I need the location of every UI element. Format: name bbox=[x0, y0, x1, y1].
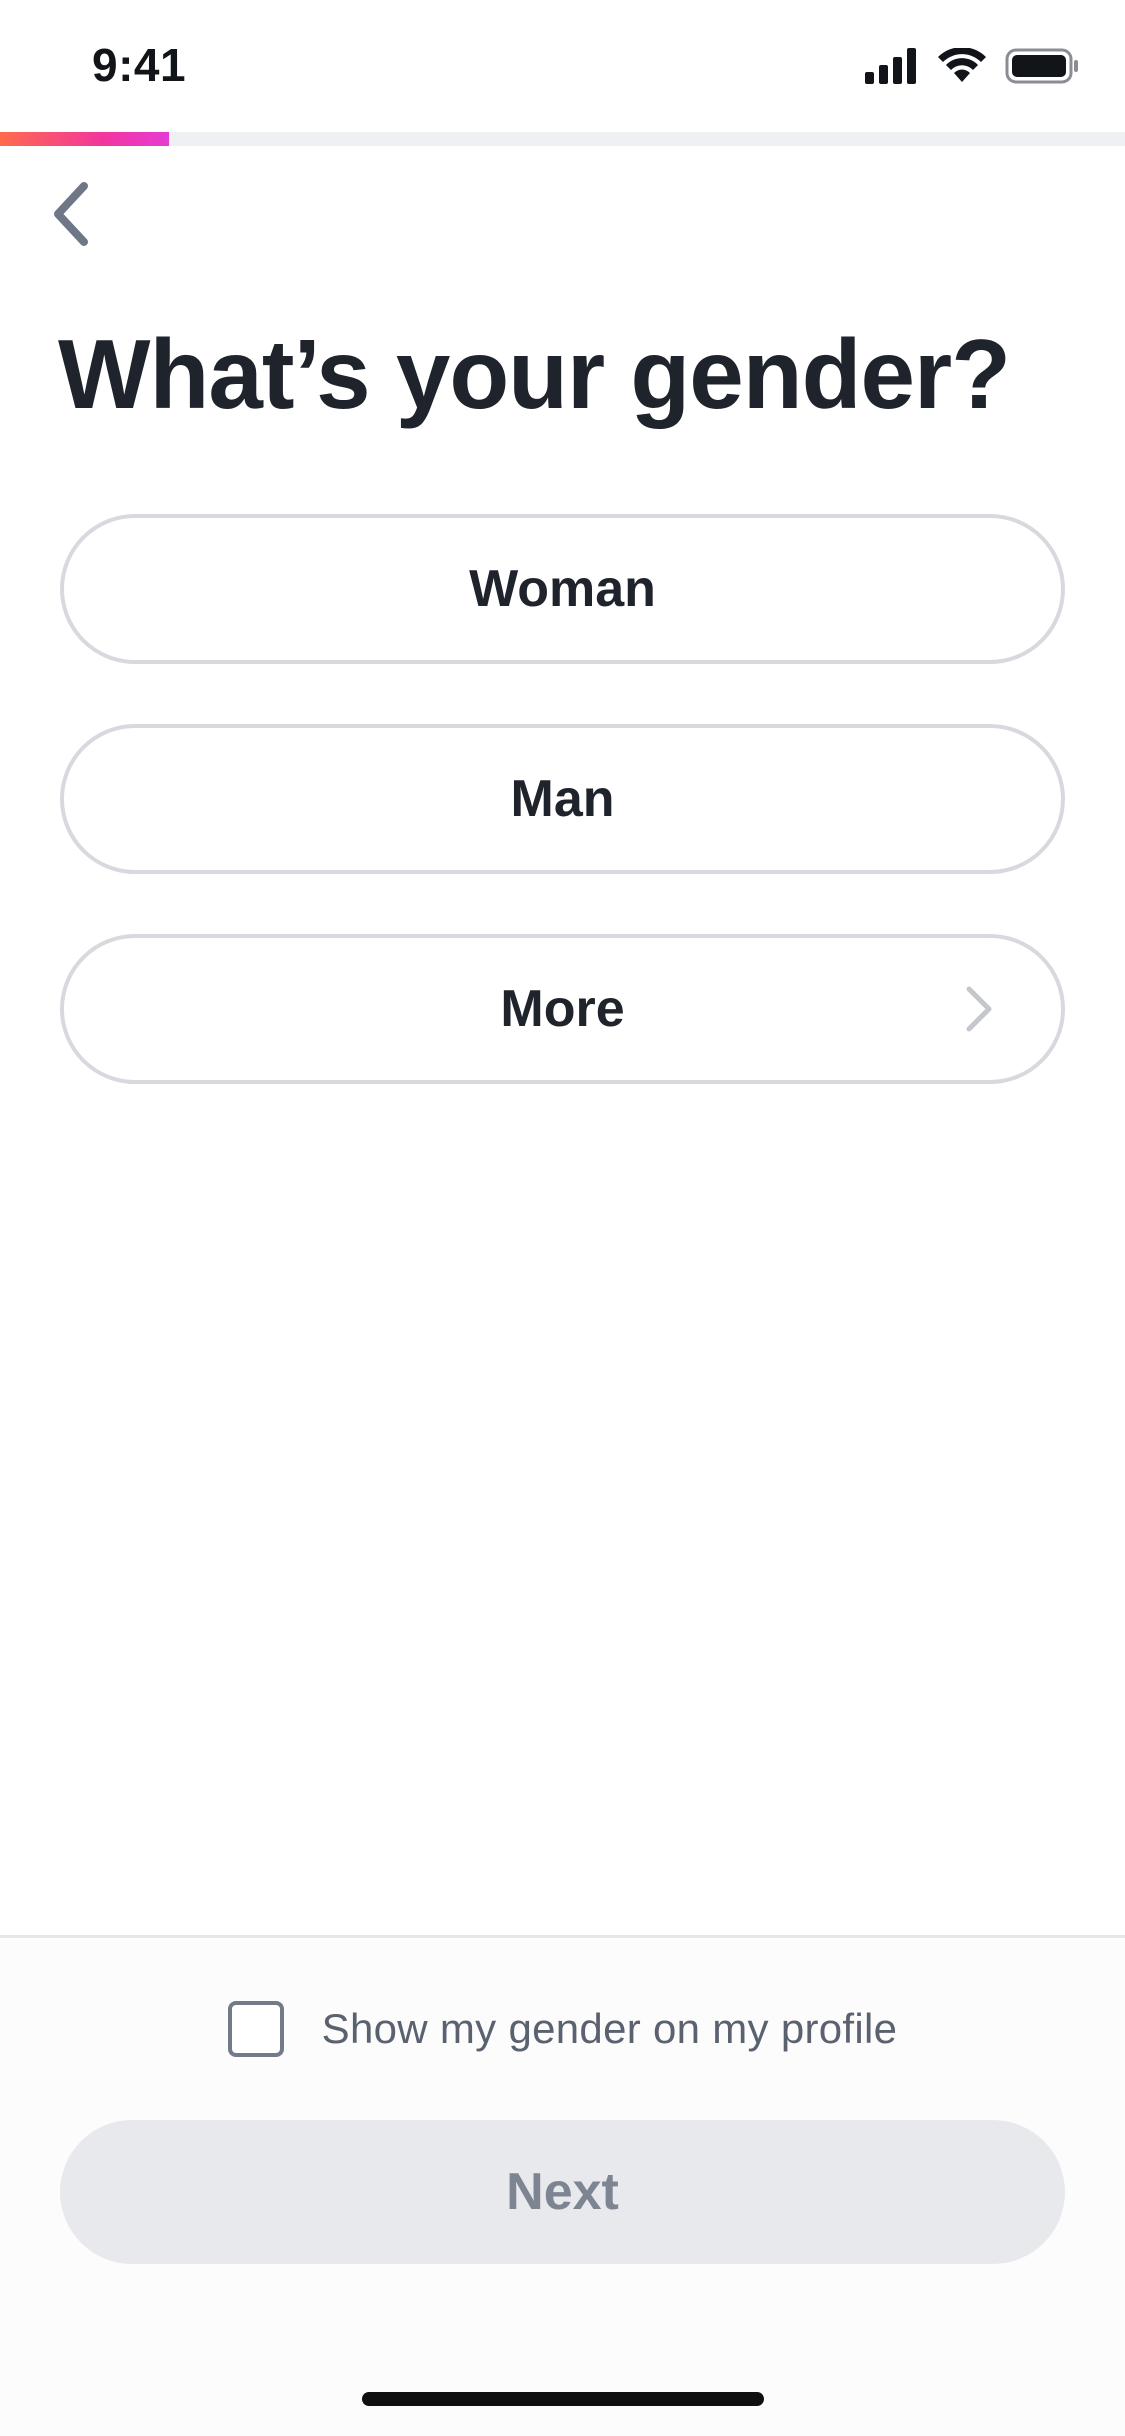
option-label: Man bbox=[510, 770, 615, 828]
option-label: More bbox=[500, 980, 625, 1038]
next-button[interactable]: Next bbox=[60, 2120, 1065, 2264]
option-woman-button[interactable]: Woman bbox=[60, 514, 1065, 664]
wifi-icon bbox=[937, 47, 987, 89]
show-gender-label[interactable]: Show my gender on my profile bbox=[322, 2005, 898, 2053]
chevron-right-icon bbox=[963, 985, 995, 1033]
onboarding-progress-bar bbox=[0, 132, 1125, 146]
footer: Show my gender on my profile Next bbox=[0, 1935, 1125, 2436]
progress-fill bbox=[0, 132, 169, 146]
next-button-label: Next bbox=[506, 2163, 619, 2221]
status-icons bbox=[865, 47, 1079, 89]
chevron-left-icon bbox=[50, 181, 90, 252]
gender-options: Woman Man More bbox=[60, 514, 1065, 1144]
show-gender-checkbox[interactable] bbox=[227, 2001, 284, 2057]
status-time: 9:41 bbox=[92, 39, 187, 91]
page-title: What’s your gender? bbox=[58, 319, 1011, 429]
show-gender-row[interactable]: Show my gender on my profile bbox=[0, 2001, 1125, 2057]
option-man-button[interactable]: Man bbox=[60, 724, 1065, 874]
battery-icon bbox=[1005, 48, 1079, 89]
back-button[interactable] bbox=[40, 176, 100, 256]
option-label: Woman bbox=[469, 560, 656, 618]
cellular-signal-icon bbox=[865, 48, 919, 89]
option-more-button[interactable]: More bbox=[60, 934, 1065, 1084]
home-indicator bbox=[362, 2392, 764, 2406]
gender-selection-screen: 9:41 What’s your gender? Woman Man More … bbox=[0, 0, 1125, 2436]
status-bar: 9:41 bbox=[0, 0, 1125, 132]
